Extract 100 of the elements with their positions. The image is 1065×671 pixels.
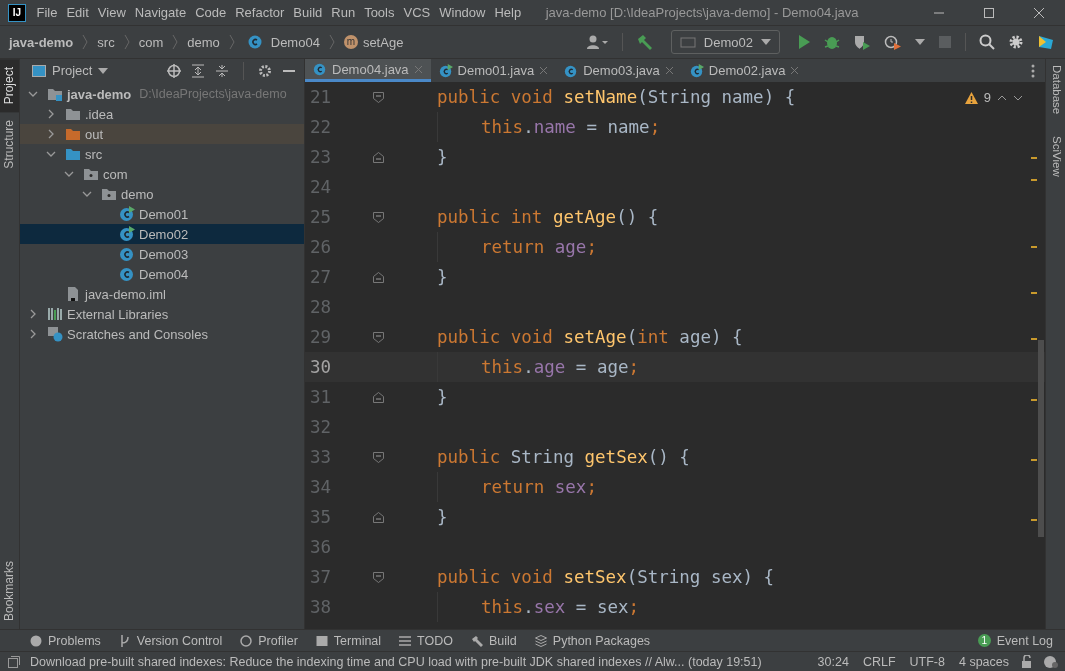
- warning-marker[interactable]: [1031, 292, 1037, 294]
- tool-window-button[interactable]: Version Control: [118, 633, 223, 648]
- menu-item[interactable]: View: [93, 5, 131, 20]
- menu-item[interactable]: Refactor: [230, 5, 289, 20]
- expand-all-icon[interactable]: [191, 63, 205, 78]
- close-icon[interactable]: [664, 66, 674, 75]
- close-icon[interactable]: [539, 66, 549, 75]
- breadcrumb[interactable]: java-demo: [9, 34, 74, 50]
- tree-item[interactable]: .idea: [20, 104, 304, 124]
- menu-item[interactable]: Tools: [359, 5, 399, 20]
- tool-window-button[interactable]: Build: [471, 633, 517, 648]
- indent-setting[interactable]: 4 spaces: [958, 654, 1009, 669]
- tree-item[interactable]: Demo03: [20, 244, 304, 264]
- previous-icon[interactable]: [997, 94, 1007, 101]
- caret-position[interactable]: 30:24: [817, 654, 849, 669]
- tool-window-tab[interactable]: Database: [1046, 59, 1065, 121]
- tool-window-button[interactable]: Python Packages: [534, 633, 651, 648]
- coverage-icon[interactable]: [853, 34, 871, 50]
- tree-item[interactable]: Demo04: [20, 264, 304, 284]
- locate-icon[interactable]: [167, 63, 181, 78]
- breadcrumb[interactable]: setAge: [362, 34, 404, 50]
- editor-tab[interactable]: Demo04.java: [305, 59, 431, 82]
- tree-item[interactable]: out: [20, 124, 304, 144]
- inspector-icon[interactable]: [1043, 654, 1059, 669]
- tree-item[interactable]: Scratches and Consoles: [20, 324, 304, 344]
- scrollbar-thumb[interactable]: [1038, 340, 1044, 537]
- warning-count[interactable]: 9: [983, 90, 991, 105]
- warning-marker[interactable]: [1031, 157, 1037, 159]
- editor-tab[interactable]: Demo01.java: [430, 59, 557, 82]
- tool-window-tab[interactable]: Structure: [0, 112, 19, 178]
- more-icon[interactable]: [1031, 63, 1035, 78]
- run-configuration-dropdown[interactable]: Demo02: [670, 30, 780, 54]
- fold-icon[interactable]: [373, 511, 384, 523]
- menu-item[interactable]: File: [32, 5, 62, 20]
- tool-window-button[interactable]: TODO: [399, 633, 453, 648]
- warning-marker[interactable]: [1031, 459, 1037, 461]
- tool-window-button[interactable]: Terminal: [315, 633, 382, 648]
- fold-icon[interactable]: [373, 331, 384, 343]
- close-icon[interactable]: [790, 66, 800, 75]
- warning-icon[interactable]: [964, 91, 978, 104]
- collapse-all-icon[interactable]: [215, 63, 229, 78]
- chevron-icon[interactable]: [82, 189, 92, 199]
- tool-window-button[interactable]: Problems: [30, 633, 101, 648]
- menu-item[interactable]: Navigate: [130, 5, 191, 20]
- chevron-icon[interactable]: [28, 309, 38, 319]
- tree-item[interactable]: Demo02: [20, 224, 304, 244]
- tree-item[interactable]: com: [20, 164, 304, 184]
- hide-icon[interactable]: [282, 68, 296, 73]
- tree-item[interactable]: External Libraries: [20, 304, 304, 324]
- menu-item[interactable]: Window: [434, 5, 490, 20]
- tool-window-tab[interactable]: Bookmarks: [0, 552, 19, 629]
- profiler-icon[interactable]: [884, 34, 902, 50]
- tree-item[interactable]: java-demo D:\IdeaProjects\java-demo: [20, 84, 304, 104]
- event-log-button[interactable]: 1 Event Log: [977, 633, 1053, 648]
- plugin-logo-icon[interactable]: [1037, 33, 1055, 51]
- status-message[interactable]: Download pre-built shared indexes: Reduce the indexing time and CPU load with pre-built JDK shared indexes // Alw... (today 19:51): [30, 654, 762, 669]
- chevron-icon[interactable]: [64, 169, 74, 179]
- chevron-icon[interactable]: [28, 89, 38, 99]
- tool-window-tab[interactable]: SciView: [1046, 130, 1065, 183]
- bug-icon[interactable]: [824, 34, 840, 50]
- breadcrumb[interactable]: demo: [187, 34, 220, 50]
- next-icon[interactable]: [1013, 94, 1023, 101]
- fold-icon[interactable]: [373, 151, 384, 163]
- tool-windows-icon[interactable]: [8, 655, 20, 668]
- warning-marker[interactable]: [1031, 179, 1037, 181]
- tree-item[interactable]: src: [20, 144, 304, 164]
- warning-marker[interactable]: [1031, 399, 1037, 401]
- fold-icon[interactable]: [373, 571, 384, 583]
- fold-icon[interactable]: [373, 271, 384, 283]
- menu-item[interactable]: Build: [288, 5, 327, 20]
- settings-icon[interactable]: [258, 63, 272, 78]
- caret-icon[interactable]: [915, 39, 925, 45]
- fold-icon[interactable]: [373, 91, 384, 103]
- editor-tab[interactable]: Demo02.java: [681, 59, 808, 82]
- menu-item[interactable]: VCS: [399, 5, 435, 20]
- tool-window-button[interactable]: Profiler: [240, 633, 298, 648]
- menu-item[interactable]: Edit: [61, 5, 94, 20]
- maximize-icon[interactable]: [983, 6, 995, 19]
- run-icon[interactable]: [797, 34, 811, 50]
- chevron-icon[interactable]: [28, 329, 38, 339]
- line-separator[interactable]: CRLF: [862, 654, 896, 669]
- menu-item[interactable]: Run: [326, 5, 360, 20]
- chevron-icon[interactable]: [46, 149, 56, 159]
- user-icon[interactable]: [586, 34, 609, 50]
- project-view-dropdown[interactable]: Project: [32, 63, 109, 78]
- hammer-icon[interactable]: [635, 34, 654, 50]
- tree-item[interactable]: Demo01: [20, 204, 304, 224]
- breadcrumb[interactable]: src: [97, 34, 115, 50]
- warning-marker[interactable]: [1031, 246, 1037, 248]
- fold-icon[interactable]: [373, 451, 384, 463]
- fold-icon[interactable]: [373, 211, 384, 223]
- breadcrumb[interactable]: com: [138, 34, 164, 50]
- menu-item[interactable]: Code: [190, 5, 231, 20]
- tool-window-tab[interactable]: Project: [0, 59, 19, 113]
- search-icon[interactable]: [979, 34, 995, 50]
- tree-item[interactable]: java-demo.iml: [20, 284, 304, 304]
- warning-marker[interactable]: [1031, 338, 1037, 340]
- breadcrumb[interactable]: Demo04: [270, 34, 320, 50]
- menu-item[interactable]: Help: [489, 5, 526, 20]
- lock-icon[interactable]: [1021, 655, 1033, 668]
